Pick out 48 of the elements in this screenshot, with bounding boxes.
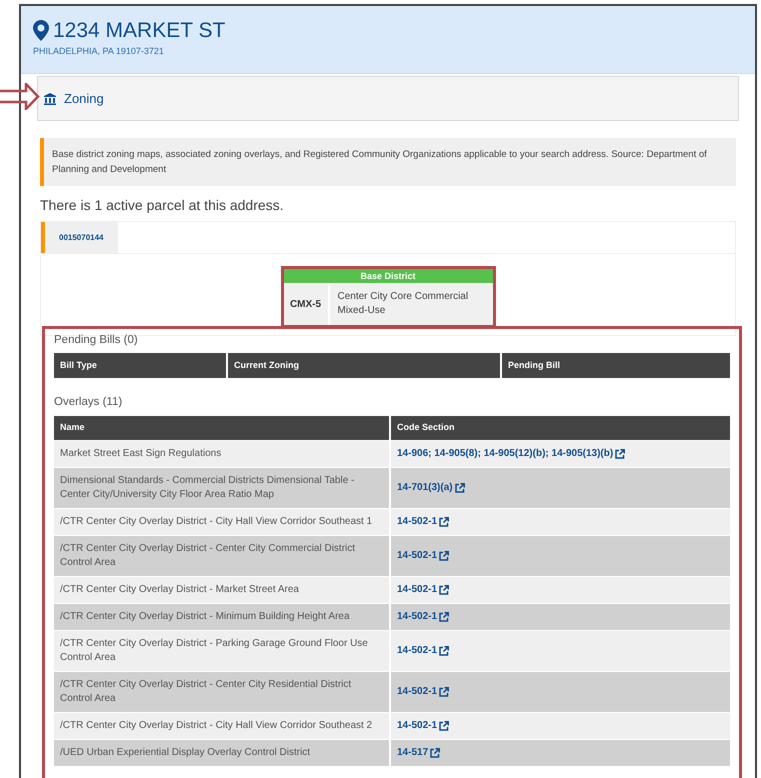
external-link-icon: [439, 584, 450, 594]
table-cell: /CTR Center City Overlay District - Minimum Building Height Area: [54, 604, 389, 630]
code-link[interactable]: 14-502-1: [397, 684, 450, 699]
code-link[interactable]: 14-701(3)(a): [397, 480, 465, 495]
notice-text: Base district zoning maps, associated zoning overlays, and Registered Community Organizations applicable to your search address. Source: Department of Planning and Development: [52, 148, 708, 177]
table-cell: /CTR Center City Overlay District - City Hall View Corridor Southeast 2: [54, 712, 389, 738]
column-header: Bill Type: [54, 353, 226, 378]
column-header: Name: [54, 416, 389, 440]
parcel-tab[interactable]: 0015070144: [41, 222, 118, 253]
code-link[interactable]: 14-502-1: [397, 548, 450, 563]
section-title: Overlays (11): [54, 395, 124, 410]
table-cell: /CTR Center City Overlay District - Parking Garage Ground Floor Use Control Area: [54, 630, 389, 670]
code-link[interactable]: 14-517: [397, 745, 440, 760]
external-link-icon: [430, 748, 440, 758]
column-header: Code Section: [391, 416, 730, 440]
address-title: 1234 MARKET ST: [53, 20, 226, 41]
district-code: CMX-5: [284, 283, 330, 325]
code-link[interactable]: 14-502-1: [397, 718, 450, 733]
code-link[interactable]: 14-502-1: [397, 643, 450, 658]
code-link[interactable]: 14-502-1: [397, 514, 450, 529]
map-pin-icon: [33, 20, 49, 41]
external-link-icon: [439, 516, 450, 526]
column-header: Current Zoning: [228, 353, 500, 378]
district-description: Center City Core Commercial Mixed-Use: [336, 290, 470, 318]
card-heading: Base District: [284, 269, 492, 283]
code-link[interactable]: 14-502-1: [397, 609, 450, 624]
column-header: Pending Bill: [502, 353, 730, 378]
section-title: Pending Bills (0): [54, 333, 139, 348]
table-cell: Dimensional Standards - Commercial Districts Dimensional Table - Center City/University City Floor Area Ratio Map: [54, 468, 389, 508]
external-link-icon: [439, 612, 450, 622]
topic-title: Zoning: [64, 90, 104, 108]
parcel-summary: There is 1 active parcel at this address.: [40, 196, 285, 215]
table-cell: Market Street East Sign Regulations: [54, 440, 389, 466]
table-cell: /CTR Center City Overlay District - City Hall View Corridor Southeast 1: [54, 508, 389, 534]
external-link-icon: [439, 686, 450, 696]
bank-icon: [44, 92, 56, 104]
table-cell: /CTR Center City Overlay District - Market Street Area: [54, 576, 389, 602]
city-line: PHILADELPHIA, PA 19107-3721: [33, 45, 165, 58]
topic-bar[interactable]: Zoning: [37, 76, 739, 121]
external-link-icon: [615, 448, 626, 458]
external-link-icon: [439, 646, 450, 656]
table-cell: /CTR Center City Overlay District - Center City Commercial District Control Area: [54, 536, 389, 576]
code-link[interactable]: 14-502-1: [397, 582, 450, 597]
table-cell: /CTR Center City Overlay District - Center City Residential District Control Area: [54, 672, 389, 712]
external-link-icon: [439, 550, 450, 560]
table-cell: /UED Urban Experiential Display Overlay Control District: [54, 740, 389, 766]
external-link-icon: [454, 482, 465, 492]
external-link-icon: [439, 720, 450, 730]
